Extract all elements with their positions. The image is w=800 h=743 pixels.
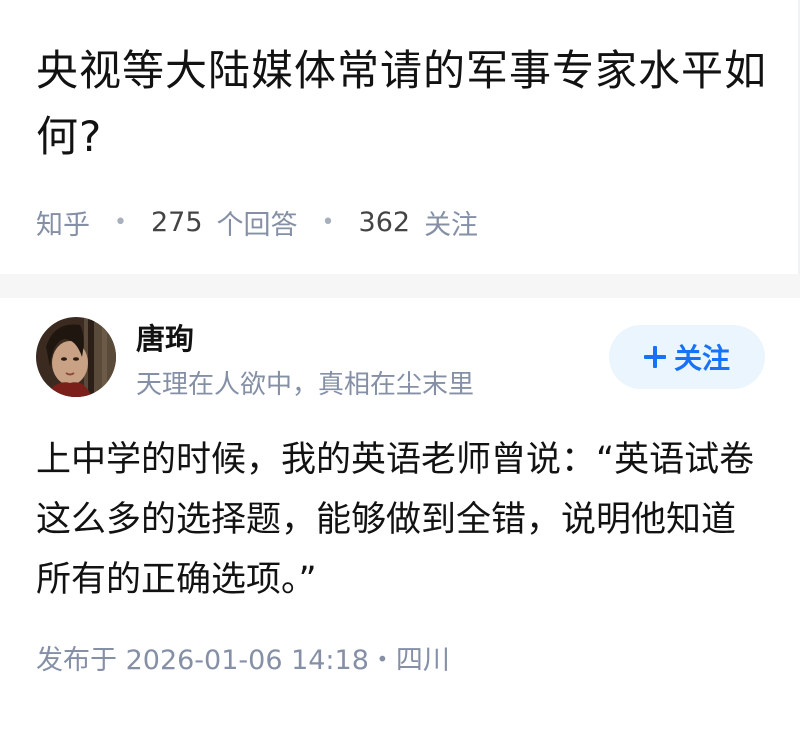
followers-count: 362 bbox=[358, 206, 411, 238]
followers-label: 关注 bbox=[424, 209, 479, 241]
plus-icon bbox=[643, 346, 666, 368]
section-divider bbox=[0, 274, 800, 298]
page: 央视等大陆媒体常请的军事专家水平如何? 知乎 • 275 个回答 • 362 关… bbox=[0, 0, 800, 743]
answers-count: 275 bbox=[150, 206, 203, 238]
author-bio: 天理在人欲中，真相在尘末里 bbox=[136, 370, 475, 400]
meta-separator-dot: • bbox=[321, 209, 335, 235]
source-label: 知乎 bbox=[36, 209, 90, 241]
follow-button[interactable]: 关注 bbox=[609, 325, 765, 389]
author-name[interactable]: 唐珣 bbox=[136, 316, 194, 358]
answer-card: 唐珣 天理在人欲中，真相在尘末里 关注 上中学的时候，我的英语老师曾说：“英语试… bbox=[0, 298, 800, 743]
question-title[interactable]: 央视等大陆媒体常请的军事专家水平如何? bbox=[36, 38, 776, 170]
answers-label: 个回答 bbox=[216, 209, 298, 241]
follow-button-label: 关注 bbox=[673, 342, 730, 375]
meta-separator-dot: • bbox=[114, 209, 127, 235]
answer-publish-info: 发布于 2026-01-06 14:18・四川 bbox=[36, 645, 450, 676]
question-card[interactable]: 央视等大陆媒体常请的军事专家水平如何? 知乎 • 275 个回答 • 362 关… bbox=[0, 0, 800, 274]
question-meta: 知乎 • 275 个回答 • 362 关注 bbox=[36, 200, 478, 244]
answer-content[interactable]: 上中学的时候，我的英语老师曾说：“英语试卷这么多的选择题，能够做到全错，说明他知… bbox=[36, 430, 766, 610]
avatar-image bbox=[36, 317, 116, 397]
author-avatar[interactable] bbox=[36, 317, 116, 397]
